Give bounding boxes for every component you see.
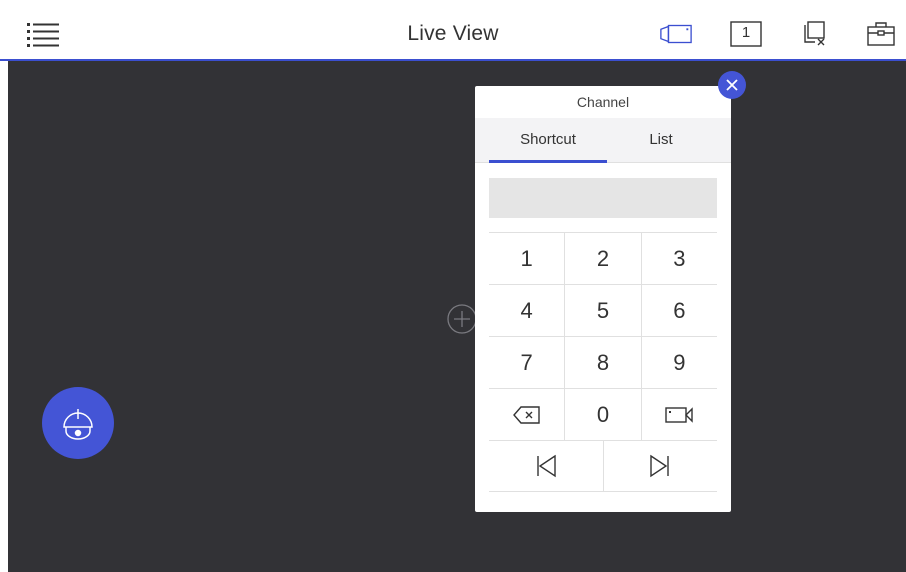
channel-number-input[interactable] (489, 178, 717, 218)
close-icon (726, 79, 738, 91)
previous-icon (537, 454, 556, 478)
window-count-button[interactable]: 1 (729, 20, 763, 48)
channel-panel-title: Channel (576, 94, 630, 110)
page-title: Live View (407, 22, 499, 45)
previous-channel-key[interactable] (489, 441, 603, 491)
key-0[interactable]: 0 (564, 389, 640, 440)
next-channel-key[interactable] (602, 441, 718, 491)
tab-shortcut[interactable]: Shortcut (489, 118, 607, 163)
key-2[interactable]: 2 (564, 233, 640, 284)
backspace-icon (512, 405, 540, 424)
close-all-windows-button[interactable] (799, 20, 833, 48)
key-4[interactable]: 4 (489, 285, 564, 336)
numeric-keypad: 1 2 3 4 5 6 7 8 9 0 (489, 232, 717, 492)
next-icon (650, 454, 669, 478)
ptz-dome-camera-icon (63, 409, 93, 440)
top-bar: Live View 1 (0, 0, 906, 61)
key-3[interactable]: 3 (640, 233, 717, 284)
backspace-key[interactable] (489, 389, 564, 440)
channel-panel: Channel Shortcut List 1 2 3 4 5 6 7 8 9 (475, 86, 731, 512)
toolbox-button[interactable] (864, 20, 898, 48)
close-all-windows-icon (804, 21, 825, 46)
tab-list[interactable]: List (603, 118, 719, 163)
close-panel-button[interactable] (718, 71, 746, 99)
ptz-button[interactable] (42, 387, 114, 459)
key-5[interactable]: 5 (564, 285, 640, 336)
camera-button[interactable] (659, 20, 693, 48)
left-margin (0, 61, 8, 572)
open-camera-key[interactable] (640, 389, 717, 440)
camera-icon (660, 24, 692, 44)
channel-tabs: Shortcut List (475, 118, 731, 163)
window-count-number: 1 (741, 24, 751, 41)
key-9[interactable]: 9 (640, 337, 717, 388)
active-tab-indicator (489, 160, 607, 163)
key-6[interactable]: 6 (640, 285, 717, 336)
key-7[interactable]: 7 (489, 337, 564, 388)
key-1[interactable]: 1 (489, 233, 564, 284)
add-channel-icon (447, 304, 477, 334)
key-8[interactable]: 8 (564, 337, 640, 388)
toolbox-icon (867, 22, 895, 46)
camera-icon (665, 406, 694, 423)
add-channel-button[interactable] (446, 302, 478, 336)
